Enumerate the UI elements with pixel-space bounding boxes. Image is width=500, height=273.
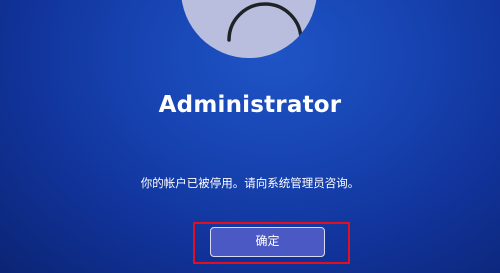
user-avatar bbox=[181, 0, 317, 58]
username-label: Administrator bbox=[158, 92, 342, 118]
ok-button[interactable]: 确定 bbox=[210, 227, 325, 257]
user-avatar-icon bbox=[227, 2, 303, 42]
account-disabled-message: 你的帐户已被停用。请向系统管理员咨询。 bbox=[140, 176, 360, 190]
